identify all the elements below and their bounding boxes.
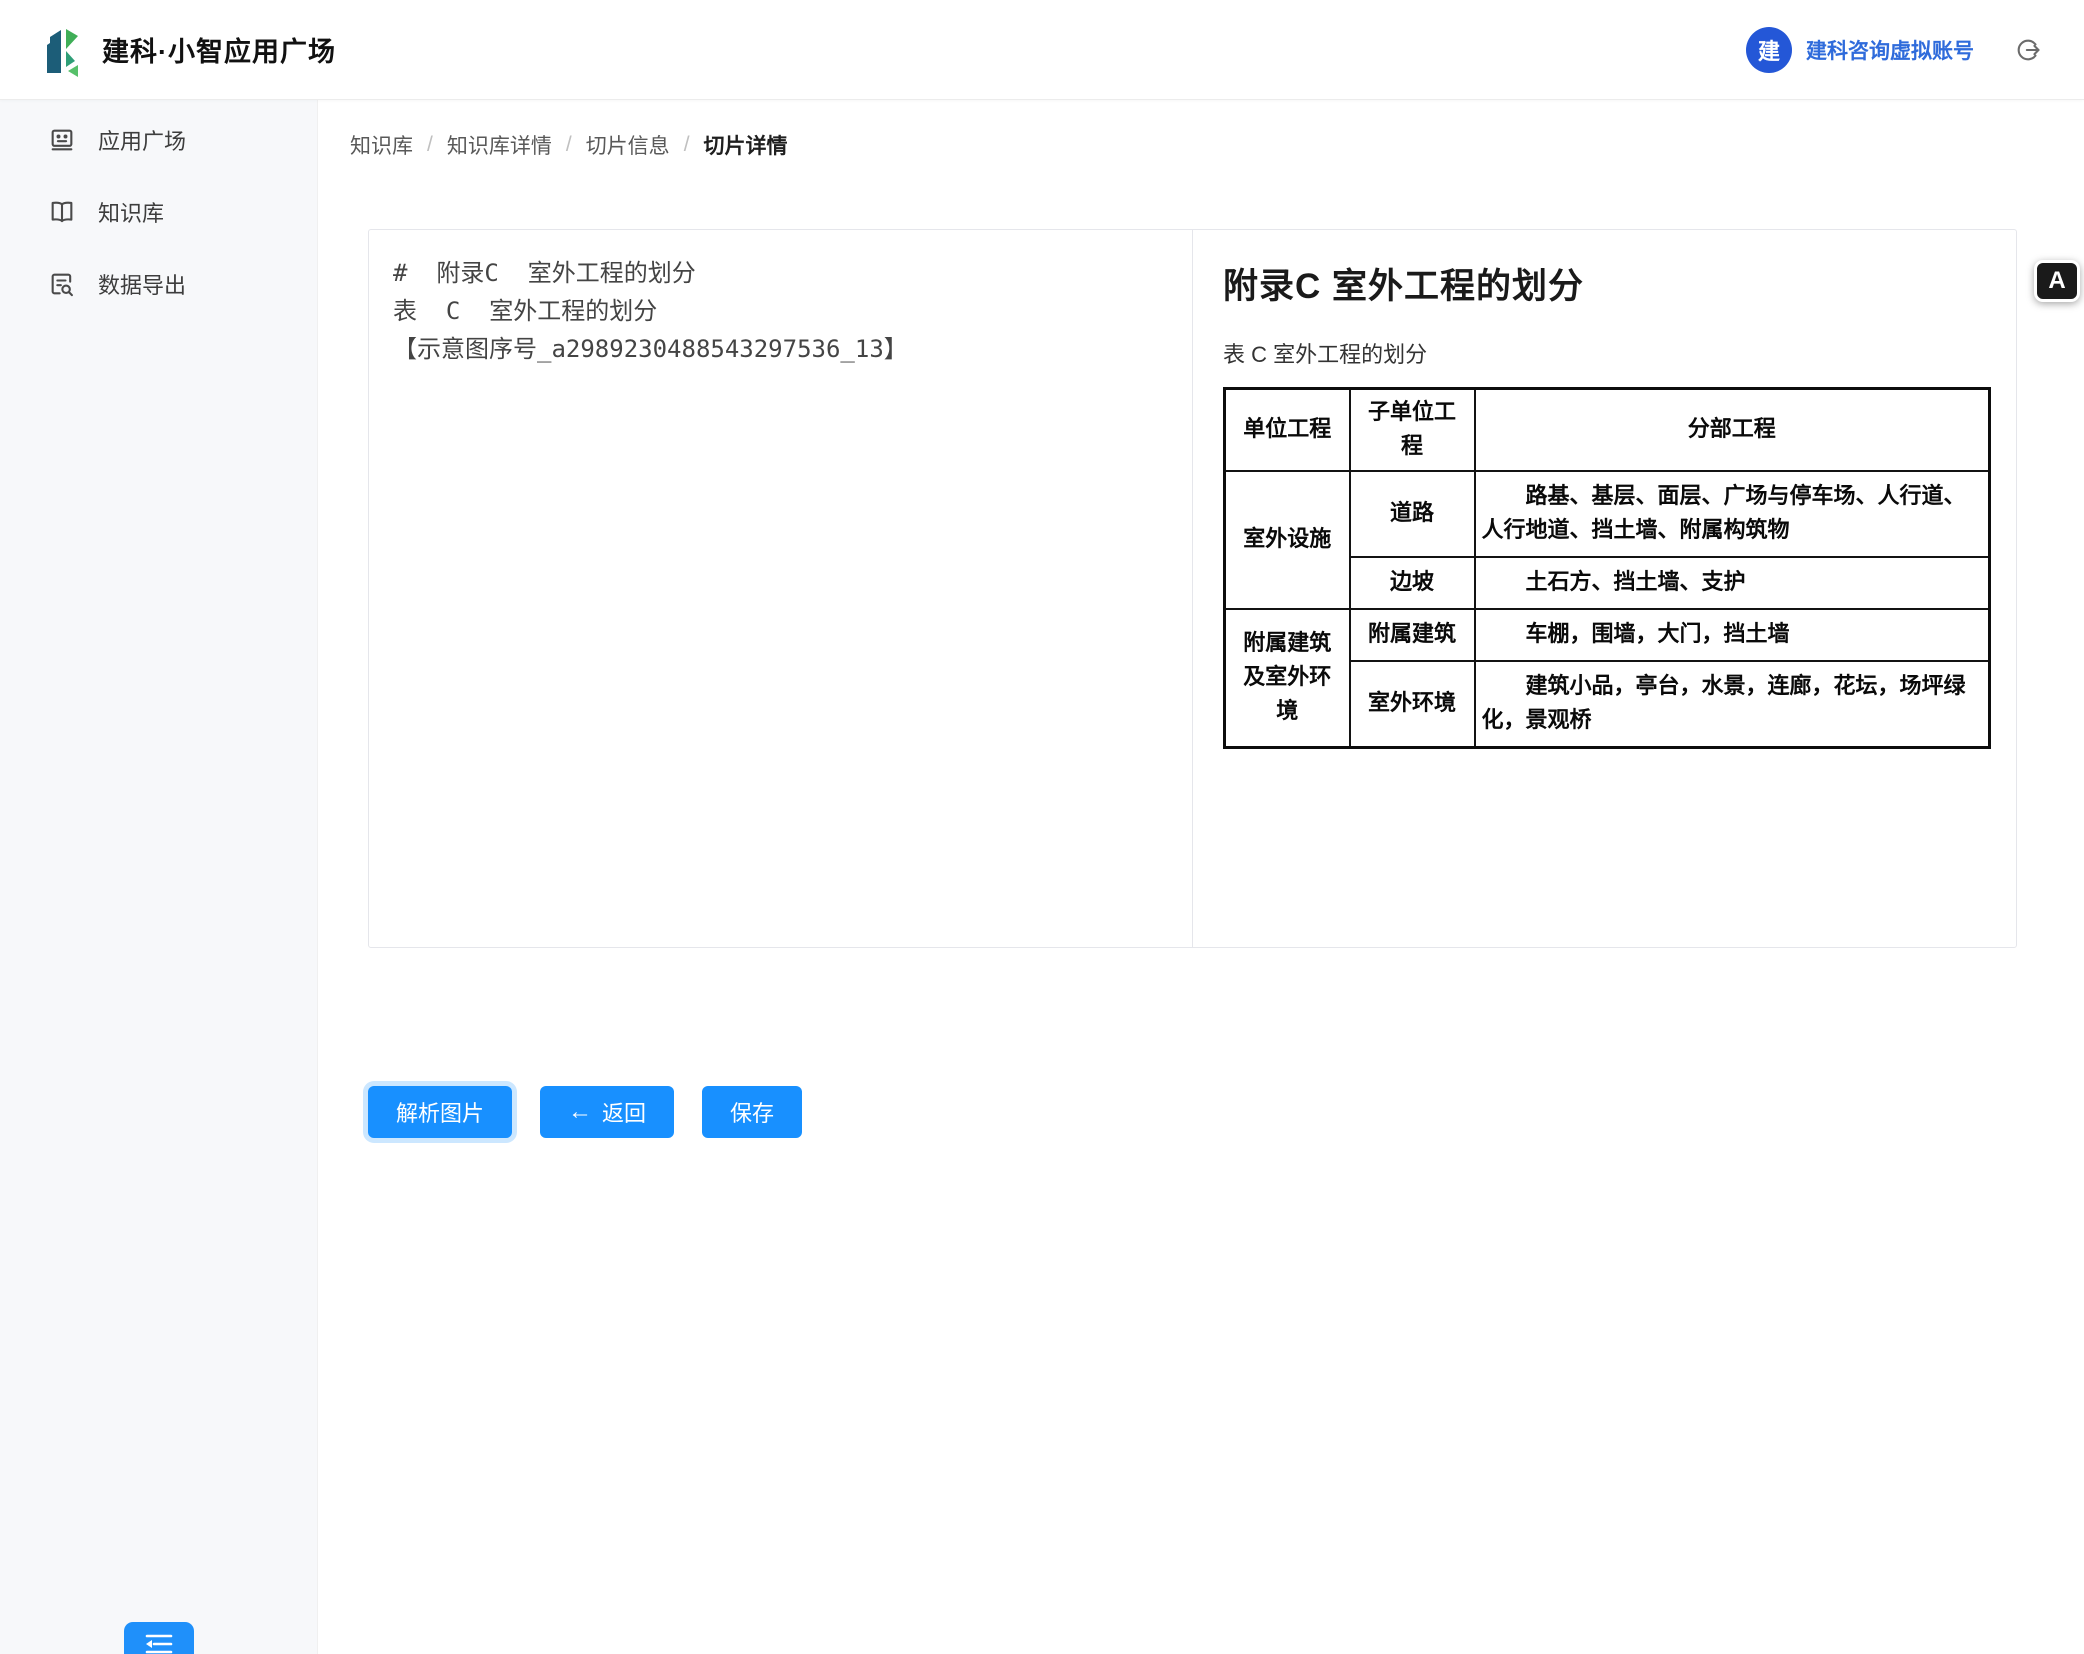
back-button[interactable]: ← 返回 [540, 1086, 674, 1138]
save-button[interactable]: 保存 [702, 1086, 802, 1138]
sidebar-item-label: 知识库 [98, 196, 164, 228]
header-right: 建 建科咨询虚拟账号 [1746, 27, 2044, 73]
header-cell-unit: 单位工程 [1225, 389, 1350, 472]
main-content: 知识库 / 知识库详情 / 切片信息 / 切片详情 # 附录C 室外工程的划分 … [318, 100, 2084, 1654]
save-label: 保存 [730, 1096, 774, 1128]
cell-parts: 建筑小品，亭台，水景，连廊，花坛，场坪绿化，景观桥 [1475, 661, 1990, 748]
editor-line: 表 C 室外工程的划分 [393, 292, 1168, 330]
preview-table-caption: 表 C 室外工程的划分 [1223, 337, 1986, 369]
sidebar-item-app-plaza[interactable]: 应用广场 [0, 108, 317, 172]
back-label: 返回 [602, 1096, 646, 1128]
cell-parts: 路基、基层、面层、广场与停车场、人行道、人行地道、挡土墙、附属构筑物 [1475, 471, 1990, 557]
breadcrumb-separator: / [684, 133, 690, 157]
table-header-row: 单位工程 子单位工程 分部工程 [1225, 389, 1990, 472]
breadcrumb-slice-info[interactable]: 切片信息 [586, 130, 670, 160]
cell-sub-unit: 道路 [1350, 471, 1475, 557]
cell-parts-text: 建筑小品，亭台，水景，连廊，花坛，场坪绿化，景观桥 [1482, 670, 1979, 738]
cell-sub-unit: 附属建筑 [1350, 609, 1475, 661]
slice-markdown-editor[interactable]: # 附录C 室外工程的划分 表 C 室外工程的划分 【示意图序号_a298923… [369, 230, 1193, 947]
arrow-left-icon: ← [568, 1100, 592, 1124]
robot-icon [48, 126, 76, 154]
book-icon [48, 198, 76, 226]
cell-unit: 室外设施 [1225, 471, 1350, 609]
preview-title: 附录C 室外工程的划分 [1223, 258, 1986, 309]
sidebar-item-label: 应用广场 [98, 124, 186, 156]
cell-unit: 附属建筑及室外环境 [1225, 609, 1350, 748]
avatar[interactable]: 建 [1746, 27, 1792, 73]
header-cell-sub-unit: 子单位工程 [1350, 389, 1475, 472]
parse-image-button[interactable]: 解析图片 [368, 1086, 512, 1138]
slice-preview: 附录C 室外工程的划分 表 C 室外工程的划分 单位工程 子单位工程 分部工程 … [1193, 230, 2016, 947]
scanned-table-image: 单位工程 子单位工程 分部工程 室外设施 道路 路基、基层、面层、广场与停车场、… [1223, 387, 1991, 749]
cell-sub-unit: 边坡 [1350, 557, 1475, 609]
breadcrumb-slice-detail: 切片详情 [704, 130, 788, 160]
breadcrumb-knowledge-base[interactable]: 知识库 [350, 130, 413, 160]
cell-parts-text: 路基、基层、面层、广场与停车场、人行道、人行地道、挡土墙、附属构筑物 [1482, 480, 1979, 548]
sidebar-item-label: 数据导出 [98, 268, 186, 300]
breadcrumb: 知识库 / 知识库详情 / 切片信息 / 切片详情 [318, 100, 2084, 160]
brand: 建科·小智应用广场 [44, 21, 336, 79]
account-menu[interactable]: 建 建科咨询虚拟账号 [1746, 27, 1974, 73]
app-header: 建科·小智应用广场 建 建科咨询虚拟账号 [0, 0, 2084, 100]
editor-line: # 附录C 室外工程的划分 [393, 254, 1168, 292]
file-search-icon [48, 270, 76, 298]
sidebar-collapse-button[interactable] [124, 1622, 194, 1654]
sidebar-item-knowledge-base[interactable]: 知识库 [0, 180, 317, 244]
cell-parts: 土石方、挡土墙、支护 [1475, 557, 1990, 609]
sidebar-item-data-export[interactable]: 数据导出 [0, 252, 317, 316]
slice-detail-panel: # 附录C 室外工程的划分 表 C 室外工程的划分 【示意图序号_a298923… [368, 229, 2017, 948]
editor-line: 【示意图序号_a2989230488543297536_13】 [393, 330, 1168, 368]
breadcrumb-separator: / [427, 133, 433, 157]
cell-parts: 车棚，围墙，大门，挡土墙 [1475, 609, 1990, 661]
breadcrumb-kb-detail[interactable]: 知识库详情 [447, 130, 552, 160]
parse-image-label: 解析图片 [396, 1096, 484, 1128]
app-title: 建科·小智应用广场 [102, 30, 336, 69]
account-name: 建科咨询虚拟账号 [1806, 35, 1974, 65]
annotate-fab-button[interactable]: A [2034, 260, 2080, 302]
logout-icon[interactable] [2014, 35, 2044, 65]
table-row: 室外设施 道路 路基、基层、面层、广场与停车场、人行道、人行地道、挡土墙、附属构… [1225, 471, 1990, 557]
table-row: 附属建筑及室外环境 附属建筑 车棚，围墙，大门，挡土墙 [1225, 609, 1990, 661]
action-bar: 解析图片 ← 返回 保存 [368, 1086, 802, 1138]
cell-parts-text: 车棚，围墙，大门，挡土墙 [1482, 618, 1979, 652]
cell-sub-unit: 室外环境 [1350, 661, 1475, 748]
app-logo-icon [44, 21, 88, 79]
cell-parts-text: 土石方、挡土墙、支护 [1482, 566, 1979, 600]
header-cell-division: 分部工程 [1475, 389, 1990, 472]
breadcrumb-separator: / [566, 133, 572, 157]
sidebar: 应用广场 知识库 数据导出 [0, 100, 318, 1654]
outdoor-works-table: 单位工程 子单位工程 分部工程 室外设施 道路 路基、基层、面层、广场与停车场、… [1223, 387, 1991, 749]
